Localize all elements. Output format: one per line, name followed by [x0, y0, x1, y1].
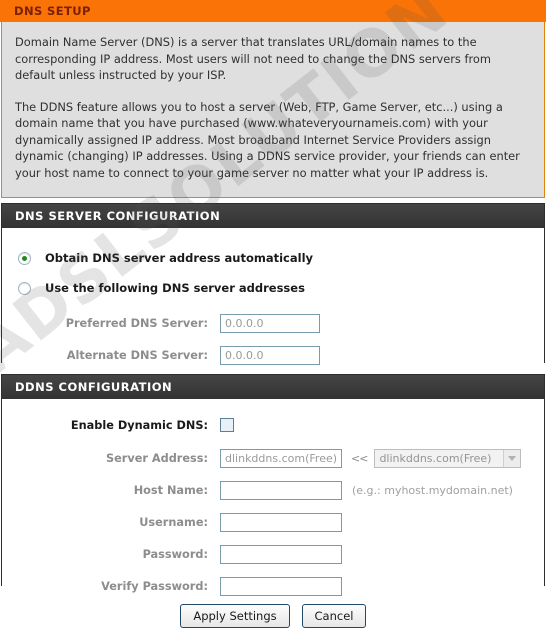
username-label: Username:	[139, 515, 208, 529]
cancel-button[interactable]: Cancel	[302, 604, 366, 628]
ddns-configuration-panel: DDNS CONFIGURATION Enable Dynamic DNS: S…	[1, 374, 545, 600]
row-alternate-dns: Alternate DNS Server: 0.0.0.0	[2, 341, 544, 369]
chevron-down-icon	[503, 449, 521, 467]
dns-server-configuration-title: DNS SERVER CONFIGURATION	[2, 204, 544, 228]
dns-setup-description: Domain Name Server (DNS) is a server tha…	[1, 22, 545, 198]
username-input[interactable]	[220, 512, 342, 532]
server-address-input[interactable]: dlinkddns.com(Free)	[220, 448, 342, 468]
server-address-select[interactable]: dlinkddns.com(Free)	[374, 448, 522, 468]
dns-server-configuration-panel: DNS SERVER CONFIGURATION Obtain DNS serv…	[1, 203, 545, 369]
server-address-label: Server Address:	[105, 451, 208, 465]
server-address-select-value: dlinkddns.com(Free)	[379, 451, 492, 465]
host-name-input[interactable]	[220, 480, 342, 500]
password-label: Password:	[142, 547, 208, 561]
host-name-hint: (e.g.: myhost.mydomain.net)	[352, 483, 513, 497]
enable-dynamic-dns-label: Enable Dynamic DNS:	[70, 418, 208, 432]
verify-password-label: Verify Password:	[101, 579, 208, 593]
radio-row-use-following[interactable]: Use the following DNS server addresses	[2, 273, 544, 303]
row-server-address: Server Address: dlinkddns.com(Free) << d…	[2, 444, 544, 472]
verify-password-input[interactable]	[220, 576, 342, 596]
radio-use-following-dns[interactable]	[18, 281, 31, 295]
row-enable-dynamic-dns: Enable Dynamic DNS:	[2, 411, 544, 439]
preferred-dns-label: Preferred DNS Server:	[65, 316, 208, 330]
dns-setup-panel: DNS SETUP Domain Name Server (DNS) is a …	[0, 0, 546, 198]
alternate-dns-input[interactable]: 0.0.0.0	[220, 345, 320, 365]
ddns-configuration-title: DDNS CONFIGURATION	[2, 375, 544, 399]
description-paragraph-1: Domain Name Server (DNS) is a server tha…	[15, 35, 491, 82]
alternate-dns-label: Alternate DNS Server:	[66, 348, 208, 362]
row-preferred-dns: Preferred DNS Server: 0.0.0.0	[2, 309, 544, 337]
preferred-dns-input[interactable]: 0.0.0.0	[220, 313, 320, 333]
radio-obtain-dns-automatically[interactable]	[18, 251, 31, 265]
host-name-label: Host Name:	[133, 483, 208, 497]
enable-dynamic-dns-checkbox[interactable]	[220, 418, 234, 432]
radio-use-following-dns-label: Use the following DNS server addresses	[45, 281, 305, 295]
dns-server-configuration-body: Obtain DNS server address automatically …	[2, 243, 544, 369]
radio-obtain-dns-automatically-label: Obtain DNS server address automatically	[45, 251, 314, 265]
row-password: Password:	[2, 540, 544, 568]
copy-left-arrows-icon: <<	[351, 451, 368, 465]
ddns-configuration-body: Enable Dynamic DNS: Server Address: dlin…	[2, 411, 544, 600]
description-paragraph-2: The DDNS feature allows you to host a se…	[15, 99, 520, 180]
form-actions: Apply Settings Cancel	[0, 604, 546, 628]
row-verify-password: Verify Password:	[2, 572, 544, 600]
row-username: Username:	[2, 508, 544, 536]
password-input[interactable]	[220, 544, 342, 564]
row-host-name: Host Name: (e.g.: myhost.mydomain.net)	[2, 476, 544, 504]
page-title: DNS SETUP	[0, 0, 546, 22]
apply-settings-button[interactable]: Apply Settings	[180, 604, 290, 628]
radio-row-obtain-auto[interactable]: Obtain DNS server address automatically	[2, 243, 544, 273]
